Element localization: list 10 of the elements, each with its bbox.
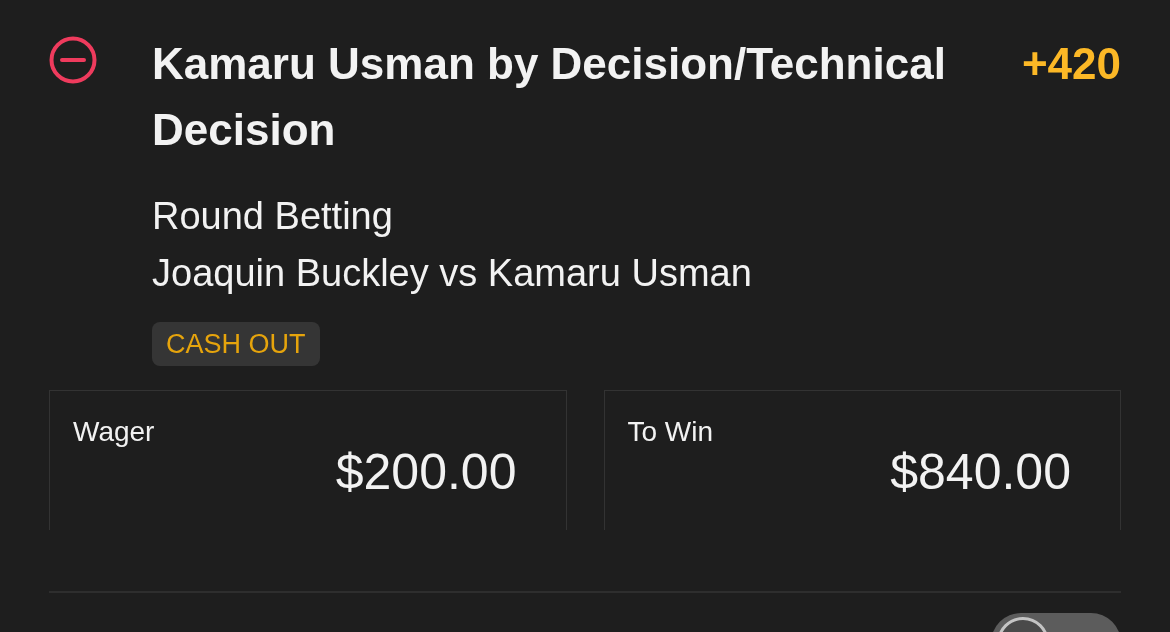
amount-value: $200.00 [335, 443, 517, 502]
amount-value: $840.00 [890, 443, 1071, 502]
amount-label: To Win [627, 415, 714, 449]
cash-out-badge[interactable]: CASH OUT [152, 322, 320, 366]
matchup-text: Joaquin Buckley vs Kamaru Usman [152, 251, 752, 296]
minus-circle-icon[interactable] [49, 36, 97, 84]
bet-title: Kamaru Usman by Decision/Technical Decision [152, 38, 947, 156]
amount-label: Wager [73, 415, 155, 449]
odds-text: +420 [1021, 38, 1121, 90]
market-name: Round Betting [152, 194, 393, 239]
